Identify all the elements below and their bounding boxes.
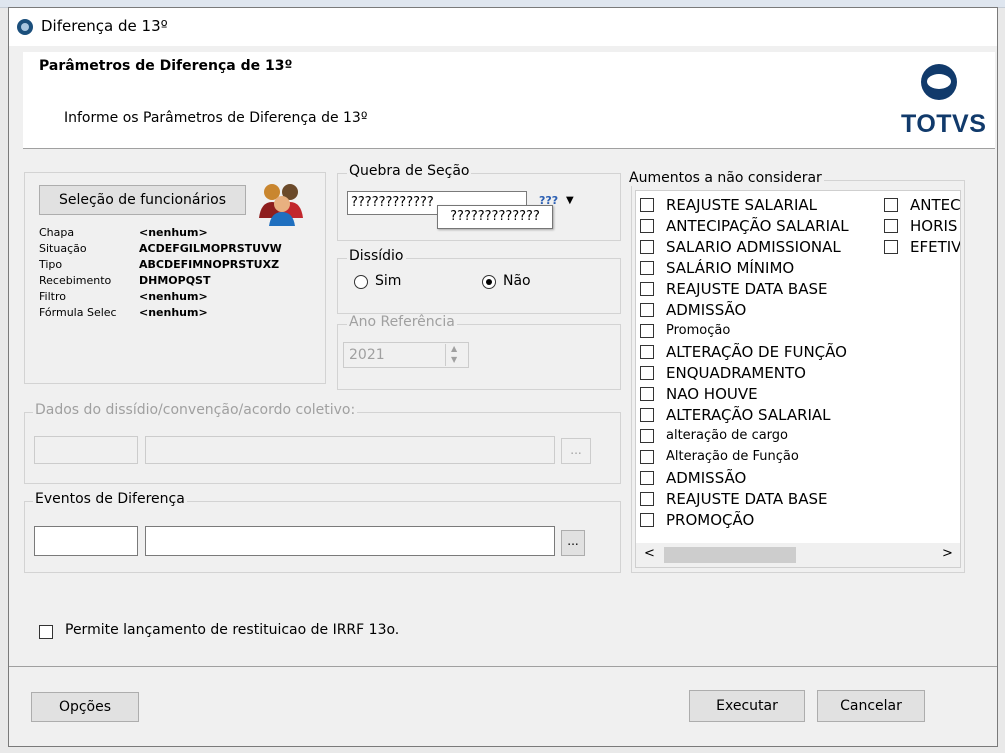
execute-button[interactable]: Executar	[689, 690, 805, 722]
dissidio-legend: Dissídio	[347, 248, 406, 264]
dados-dissidio-legend: Dados do dissídio/convenção/acordo colet…	[33, 402, 358, 418]
cancel-button[interactable]: Cancelar	[817, 690, 925, 722]
dados-dissidio-code-input[interactable]	[34, 436, 138, 464]
checkbox[interactable]	[640, 198, 654, 212]
selecao-funcionarios-button[interactable]: Seleção de funcionários	[39, 185, 246, 215]
formula-selec-label: Fórmula Selec	[39, 306, 117, 319]
tipo-value: ABCDEFIMNOPRSTUXZ	[139, 258, 280, 271]
checkbox[interactable]	[884, 219, 898, 233]
scroll-left-icon[interactable]: <	[644, 546, 655, 561]
dados-dissidio-desc-input[interactable]	[145, 436, 555, 464]
dados-dissidio-browse-button[interactable]: ...	[561, 438, 591, 464]
app-icon	[17, 19, 33, 35]
checkbox[interactable]	[640, 303, 654, 317]
checkbox[interactable]	[640, 282, 654, 296]
checkbox[interactable]	[640, 471, 654, 485]
spinner-down-icon: ▼	[451, 355, 458, 364]
dissidio-sim-radio[interactable]	[354, 275, 368, 289]
quebra-secao-tooltip: ?????????????	[437, 205, 553, 229]
quebra-secao-legend: Quebra de Seção	[347, 163, 472, 179]
aumentos-col1: REAJUSTE SALARIAL ANTECIPAÇÃO SALARIAL S…	[636, 195, 876, 535]
quebra-secao-dropdown[interactable]: ??? ▼	[539, 194, 577, 212]
ano-referencia-legend: Ano Referência	[347, 314, 457, 330]
checkbox[interactable]	[640, 450, 654, 464]
chapa-label: Chapa	[39, 226, 75, 239]
eventos-desc-input[interactable]	[145, 526, 555, 556]
checkbox[interactable]	[640, 513, 654, 527]
totvs-logo-icon	[921, 64, 957, 100]
irrf-label: Permite lançamento de restituicao de IRR…	[65, 622, 400, 638]
dissidio-nao-label: Não	[503, 273, 531, 289]
eventos-code-input[interactable]	[34, 526, 138, 556]
checkbox[interactable]	[640, 387, 654, 401]
eventos-legend: Eventos de Diferença	[33, 491, 187, 507]
tipo-label: Tipo	[39, 258, 63, 271]
irrf-checkbox[interactable]	[39, 625, 53, 639]
checkbox[interactable]	[640, 492, 654, 506]
scroll-right-icon[interactable]: >	[942, 546, 953, 561]
options-button[interactable]: Opções	[31, 692, 139, 722]
checkbox[interactable]	[640, 324, 654, 338]
horizontal-scrollbar[interactable]: < >	[636, 543, 960, 567]
checkbox[interactable]	[640, 219, 654, 233]
checkbox[interactable]	[884, 240, 898, 254]
quebra-secao-options-icon: ???	[539, 194, 559, 207]
scrollbar-thumb[interactable]	[664, 547, 796, 563]
header-panel: Parâmetros de Diferença de 13º Informe o…	[23, 52, 995, 148]
recebimento-label: Recebimento	[39, 274, 112, 287]
eventos-browse-button[interactable]: ...	[561, 530, 585, 556]
checkbox[interactable]	[640, 261, 654, 275]
dissidio-nao-radio[interactable]	[482, 275, 496, 289]
filtro-label: Filtro	[39, 290, 66, 303]
filtro-value: <nenhum>	[139, 290, 208, 303]
header-separator	[23, 148, 995, 149]
checkbox[interactable]	[640, 366, 654, 380]
situacao-value: ACDEFGILMOPRSTUVW	[139, 242, 282, 255]
recebimento-value: DHMOPQST	[139, 274, 211, 287]
dialog-window: Diferença de 13º Parâmetros de Diferença…	[8, 7, 998, 747]
chapa-value: <nenhum>	[139, 226, 208, 239]
header-title: Parâmetros de Diferença de 13º	[39, 58, 293, 74]
header-subtitle: Informe os Parâmetros de Diferença de 13…	[64, 110, 368, 126]
formula-selec-value: <nenhum>	[139, 306, 208, 319]
situacao-label: Situação	[39, 242, 87, 255]
spinner-up-icon: ▲	[451, 344, 458, 353]
dissidio-sim-label: Sim	[375, 273, 402, 289]
checkbox[interactable]	[884, 198, 898, 212]
users-group-icon	[257, 180, 305, 226]
ano-referencia-spinner[interactable]: ▲ ▼	[445, 344, 466, 366]
totvs-logo-text: TOTVS	[901, 110, 987, 138]
checkbox[interactable]	[640, 240, 654, 254]
aumentos-col2: ANTEC HORIS EFETIV	[880, 195, 960, 275]
aumentos-checklist[interactable]: REAJUSTE SALARIAL ANTECIPAÇÃO SALARIAL S…	[635, 190, 961, 568]
selecao-fields: Chapa <nenhum> Situação ACDEFGILMOPRSTUV…	[39, 226, 327, 338]
footer-separator	[9, 666, 997, 667]
title-bar: Diferença de 13º	[9, 8, 997, 46]
checkbox[interactable]	[640, 408, 654, 422]
window-title: Diferença de 13º	[41, 17, 168, 35]
aumentos-legend: Aumentos a não considerar	[627, 170, 824, 186]
chevron-down-icon: ▼	[566, 195, 574, 206]
totvs-logo: TOTVS	[901, 60, 986, 140]
checkbox[interactable]	[640, 429, 654, 443]
checkbox[interactable]	[640, 345, 654, 359]
